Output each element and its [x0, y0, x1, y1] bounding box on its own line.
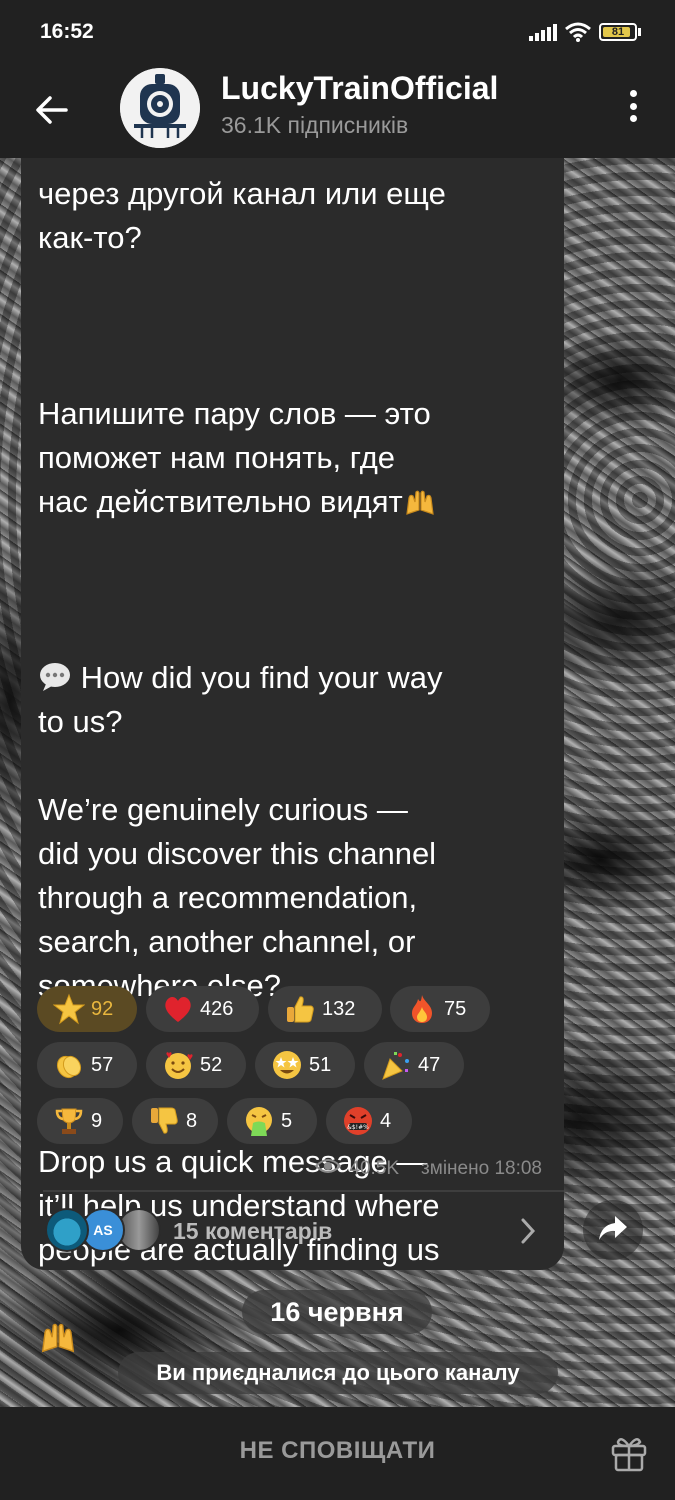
cursing-face-icon: &$!#% — [342, 1105, 374, 1137]
back-button[interactable] — [32, 90, 72, 130]
reaction-vomiting-face[interactable]: 5 — [227, 1098, 317, 1144]
views-count: 40.5K — [349, 1158, 400, 1179]
share-button[interactable] — [583, 1200, 643, 1260]
status-bar: 16:52 81 — [0, 0, 675, 62]
commenter-avatars: AS — [45, 1208, 165, 1254]
speech-balloon-icon — [38, 660, 72, 694]
party-popper-icon — [380, 1049, 412, 1081]
chevron-right-icon — [518, 1216, 538, 1246]
heart-icon — [162, 993, 194, 1025]
wifi-icon — [565, 22, 591, 42]
comments-button[interactable]: AS 15 коментарів — [21, 1196, 564, 1268]
train-logo-icon — [120, 68, 200, 148]
service-message: Ви приєдналися до цього каналу — [118, 1352, 558, 1394]
comments-count-label: 15 коментарів — [173, 1218, 333, 1244]
reaction-fire[interactable]: 75 — [390, 986, 490, 1032]
smiling-face-with-hearts-icon — [162, 1049, 194, 1081]
views-eye-icon — [314, 1158, 342, 1180]
chat-header: LuckyTrainOfficial 36.1K підписників — [0, 62, 675, 158]
battery-icon: 81 — [599, 23, 637, 41]
commenter-avatar-1 — [45, 1208, 89, 1252]
reaction-trophy[interactable]: 9 — [37, 1098, 123, 1144]
arrow-left-icon — [32, 96, 72, 134]
date-separator: 16 червня — [242, 1290, 432, 1334]
reaction-heart[interactable]: 426 — [146, 986, 259, 1032]
thumbs-down-icon — [148, 1105, 180, 1137]
star-struck-icon — [271, 1049, 303, 1081]
message-text-en-question: How did you find your way to us? — [38, 660, 443, 739]
status-time: 16:52 — [40, 20, 94, 43]
message-text-ru-p2: Напишите пару слов — это поможет нам пон… — [38, 392, 558, 524]
bottom-bar: НЕ СПОВІЩАТИ — [0, 1407, 675, 1500]
star-icon — [52, 993, 86, 1025]
signal-icon — [529, 23, 557, 41]
message-text-ru-tail: через другой канал или еще как-то? — [38, 176, 446, 255]
reaction-smiling-face-with-hearts[interactable]: 52 — [146, 1042, 246, 1088]
gift-icon[interactable] — [609, 1433, 649, 1473]
reaction-cursing-face[interactable]: &$!#% 4 — [326, 1098, 412, 1144]
subscriber-count: 36.1K підписників — [221, 112, 409, 138]
svg-text:&$!#%: &$!#% — [347, 1124, 369, 1131]
comments-divider — [43, 1190, 564, 1192]
more-dots-icon — [629, 90, 637, 97]
message-meta: 40.5K змінено 18:08 — [314, 1158, 542, 1180]
status-icons: 81 — [529, 22, 641, 42]
fire-icon — [406, 993, 438, 1025]
trophy-icon — [53, 1105, 85, 1137]
reaction-star-struck[interactable]: 51 — [255, 1042, 355, 1088]
more-menu-button[interactable] — [623, 86, 643, 126]
reaction-thumbs-up[interactable]: 132 — [268, 986, 382, 1032]
thumbs-up-icon — [284, 993, 316, 1025]
clapping-hands-icon — [53, 1049, 85, 1081]
battery-level: 81 — [611, 26, 625, 38]
edited-label: змінено 18:08 — [421, 1158, 542, 1179]
share-arrow-icon — [597, 1214, 629, 1247]
channel-avatar[interactable] — [120, 68, 200, 148]
mute-button[interactable]: НЕ СПОВІЩАТИ — [0, 1437, 675, 1465]
reaction-clapping-hands[interactable]: 57 — [37, 1042, 137, 1088]
message-bubble[interactable]: через другой канал или еще как-то? Напиш… — [21, 100, 564, 1353]
reaction-party-popper[interactable]: 47 — [364, 1042, 464, 1088]
reaction-thumbs-down[interactable]: 8 — [132, 1098, 218, 1144]
channel-title[interactable]: LuckyTrainOfficial — [221, 70, 498, 107]
message-text-en-p1: We’re genuinely curious — did you discov… — [38, 792, 437, 1003]
raising-hands-icon — [403, 484, 437, 518]
reaction-star[interactable]: 92 — [37, 986, 137, 1032]
vomiting-face-icon — [243, 1105, 275, 1137]
